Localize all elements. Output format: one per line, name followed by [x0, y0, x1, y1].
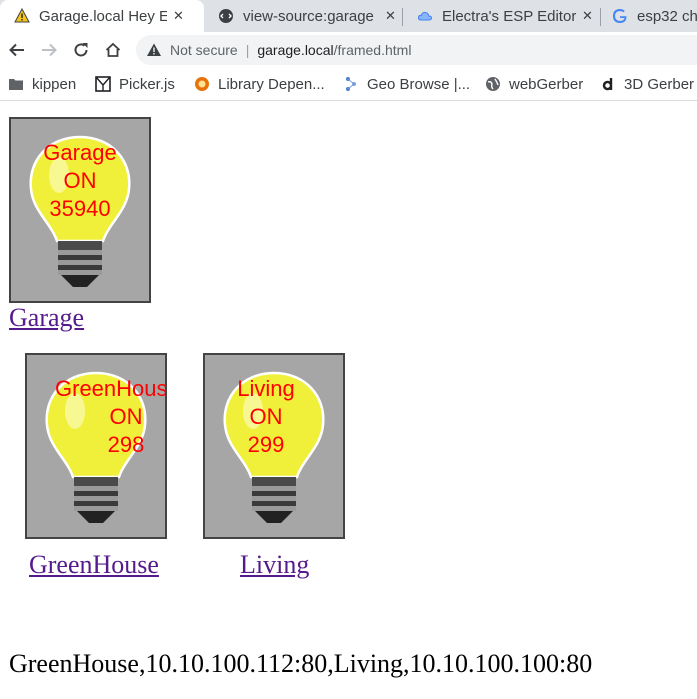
picker-icon	[95, 76, 111, 92]
tab-title: Garage.local Hey E	[39, 7, 167, 25]
device-name: GreenHouse	[55, 376, 167, 401]
page-content: Garage ON 35940 Garage GreenHouse ON 298…	[0, 101, 697, 699]
server-list-text: GreenHouse,10.10.100.112:80,Living,10.10…	[9, 649, 593, 678]
tab-title: Electra's ESP Editor	[442, 7, 576, 25]
device-state: ON	[109, 404, 143, 429]
warning-icon	[14, 8, 30, 24]
home-button[interactable]	[101, 38, 125, 62]
device-value: 299	[247, 432, 285, 457]
bookmark-geo-browse[interactable]: Geo Browse |...	[343, 74, 470, 94]
close-tab-icon[interactable]: ✕	[582, 8, 593, 24]
url-separator: |	[245, 42, 250, 58]
tab-strip: Garage.local Hey E ✕ view-source:garage …	[0, 0, 697, 32]
bookmark-label: kippen	[32, 75, 77, 93]
bookmark-library-dependencies[interactable]: Library Depen...	[194, 74, 325, 94]
bulb-status-text: Garage ON 35940	[11, 139, 149, 223]
bulb-status-text: ON 298	[57, 403, 165, 459]
security-status[interactable]: Not secure	[170, 42, 238, 58]
library-icon	[194, 76, 210, 92]
device-name: Living	[237, 376, 295, 401]
bookmark-label: Picker.js	[119, 75, 175, 93]
tab-esp32[interactable]: esp32 ch	[600, 0, 697, 32]
device-value: 35940	[49, 196, 111, 221]
cloud-icon	[417, 8, 433, 24]
d-icon	[600, 76, 616, 92]
device-name: Garage	[43, 140, 117, 165]
greenhouse-link[interactable]: GreenHouse	[29, 550, 159, 580]
tab-title: esp32 ch	[637, 7, 697, 25]
address-bar[interactable]: Not secure | garage.local/framed.html	[136, 35, 697, 65]
tab-view-source[interactable]: view-source:garage ✕	[204, 0, 402, 32]
reload-button[interactable]	[69, 38, 93, 62]
living-bulb-tile[interactable]: Living ON 299	[203, 353, 345, 539]
bookmark-label: 3D Gerber	[624, 75, 695, 93]
garage-link[interactable]: Garage	[9, 303, 84, 333]
device-state: ON	[249, 404, 283, 429]
bookmark-3d-gerber[interactable]: 3D Gerber	[600, 74, 694, 94]
geo-icon	[343, 76, 359, 92]
browser-toolbar: Not secure | garage.local/framed.html	[0, 32, 697, 68]
warning-icon[interactable]	[146, 42, 162, 58]
url-path: /framed.html	[333, 42, 412, 58]
back-button[interactable]	[5, 38, 29, 62]
source-icon	[218, 8, 234, 24]
bookmark-label: webGerber	[509, 75, 584, 93]
forward-button[interactable]	[37, 38, 61, 62]
living-link[interactable]: Living	[240, 550, 309, 580]
close-tab-icon[interactable]: ✕	[173, 8, 184, 24]
bookmark-pickerjs[interactable]: Picker.js	[95, 74, 175, 94]
bookmark-webgerber[interactable]: webGerber	[485, 74, 583, 94]
bulb-status-text: Living ON 299	[205, 375, 335, 459]
tab-title: view-source:garage	[243, 7, 374, 25]
bookmark-label: Library Depen...	[218, 75, 325, 93]
greenhouse-bulb-tile[interactable]: GreenHouse ON 298	[25, 353, 167, 539]
folder-icon	[8, 76, 24, 92]
device-value: 298	[107, 432, 145, 457]
bulb-status-text: GreenHouse	[55, 375, 167, 403]
garage-bulb-tile[interactable]: Garage ON 35940	[9, 117, 151, 303]
bookmark-label: Geo Browse |...	[367, 75, 471, 93]
bookmarks-bar: kippen Picker.js Library Depen... Geo Br…	[0, 68, 697, 101]
url-host: garage.local	[257, 42, 334, 58]
bookmark-kippen[interactable]: kippen	[8, 74, 76, 94]
tab-electra-editor[interactable]: Electra's ESP Editor ✕	[403, 0, 599, 32]
google-icon	[612, 8, 628, 24]
close-tab-icon[interactable]: ✕	[385, 8, 396, 24]
tab-garage-local[interactable]: Garage.local Hey E ✕	[0, 0, 204, 32]
globe-icon	[485, 76, 501, 92]
device-state: ON	[63, 168, 97, 193]
